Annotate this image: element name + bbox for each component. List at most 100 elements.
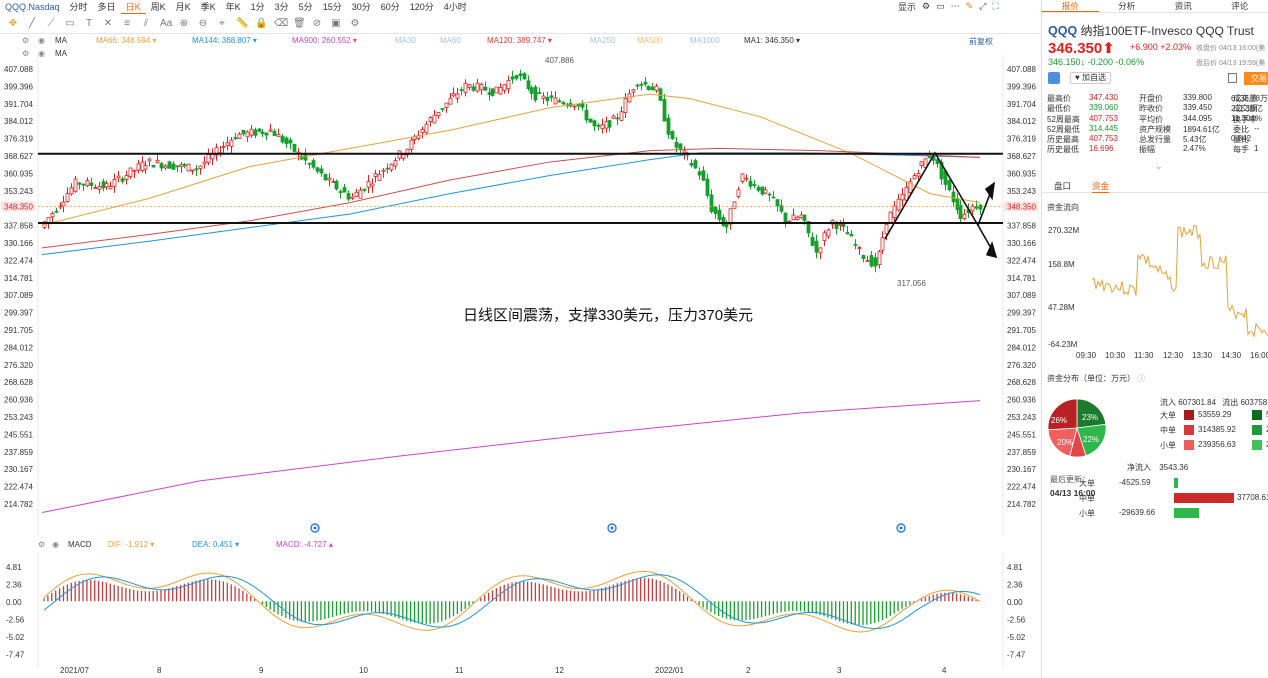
period-tab[interactable]: 年K — [221, 0, 246, 13]
text-tool-icon[interactable]: T — [84, 18, 94, 29]
quote-tab[interactable]: 资讯 — [1155, 0, 1212, 12]
alert-icon[interactable] — [1228, 73, 1237, 83]
candle-body — [877, 251, 882, 266]
ma-item[interactable]: MA144: 368.807 ▾ — [192, 36, 257, 45]
share-icon[interactable] — [1048, 72, 1060, 84]
period-tab[interactable]: 周K — [146, 0, 171, 13]
stat-row: 历史最高 407.753 总发行量 5.43亿 量比 0.842 — [1047, 134, 1268, 144]
quote-tab[interactable]: 评论 — [1212, 0, 1268, 12]
period-tab[interactable]: 5分 — [294, 0, 318, 13]
expand-icon[interactable]: ⤢ — [979, 1, 986, 12]
collapse-icon[interactable]: ⌄ — [1155, 161, 1163, 172]
period-tab[interactable]: 120分 — [405, 0, 439, 13]
candle-body — [276, 134, 281, 137]
delete-icon[interactable]: 🗑 — [293, 18, 306, 29]
eye-icon[interactable]: ◉ — [52, 540, 59, 549]
ma-item[interactable]: MA120: 389.747 ▾ — [487, 36, 552, 45]
ma-item[interactable]: MA1000 — [690, 36, 720, 45]
add-favorite-button[interactable]: ♥ 加自选 — [1070, 72, 1111, 84]
distribution-row: 大单53559.2958084.88 — [1160, 408, 1268, 423]
zoom-in-icon[interactable]: ⊕ — [179, 18, 189, 29]
date-axis-label: 8 — [157, 666, 162, 675]
display-menu[interactable]: 显示 — [898, 0, 916, 13]
candle-body — [678, 143, 683, 150]
ma-item[interactable]: MA250 — [590, 36, 615, 45]
magnet-icon[interactable]: ⌖ — [217, 18, 227, 29]
candle-body — [799, 214, 804, 219]
symbol-tab[interactable]: QQQ.Nasdaq — [0, 2, 65, 12]
candle-body — [245, 131, 250, 138]
price-axis-label-right: 307.089 — [1007, 291, 1036, 300]
tab-capital[interactable]: 资金 — [1092, 180, 1110, 193]
window-icon[interactable]: ▭ — [936, 1, 945, 12]
camera-icon[interactable]: ▣ — [331, 18, 341, 29]
quote-tab[interactable]: 分析 — [1099, 0, 1156, 12]
settings-icon[interactable]: ⚙ — [22, 36, 29, 45]
date-axis-label: 2022/01 — [655, 666, 684, 675]
ma-item[interactable]: MA60 — [440, 36, 461, 45]
period-tab[interactable]: 季K — [196, 0, 221, 13]
candle-body — [327, 177, 332, 181]
candle-body — [194, 168, 199, 171]
fullscreen-icon[interactable]: ⛶ — [992, 1, 998, 12]
eraser-icon[interactable]: ⌫ — [274, 18, 288, 29]
period-tab[interactable]: 4小时 — [439, 0, 472, 13]
period-tab[interactable]: 60分 — [376, 0, 405, 13]
period-tab[interactable]: 月K — [171, 0, 196, 13]
settings-icon[interactable]: ⚙ — [922, 1, 930, 12]
channel-icon[interactable]: ⫽ — [141, 18, 151, 29]
price-axis-label-right: 314.781 — [1007, 274, 1036, 283]
candle-body — [323, 173, 328, 181]
macd-chart[interactable]: 4.81 4.81 2.36 2.36 0.00 0.00 -2.56 -2.56 -5.02 -… — [0, 552, 1040, 667]
macd-label[interactable]: MACD — [68, 540, 92, 549]
period-tab[interactable]: 15分 — [318, 0, 347, 13]
eye-icon[interactable]: ◉ — [38, 36, 45, 45]
edit-icon[interactable]: ✎ — [966, 1, 974, 12]
ma-item[interactable]: MA30 — [395, 36, 416, 45]
fib-icon[interactable]: ≡ — [122, 18, 132, 29]
candle-body — [81, 183, 86, 186]
candle-body — [186, 163, 191, 172]
candle-body — [611, 115, 616, 119]
candlestick-chart[interactable]: 407.088 407.088 399.396 399.396 391.704 391.7… — [0, 55, 1040, 535]
quote-tab[interactable]: 报价 — [1042, 0, 1099, 12]
tab-orderbook[interactable]: 盘口 — [1054, 180, 1071, 192]
line-tool-icon[interactable]: ╱ — [27, 18, 37, 29]
period-tab[interactable]: 3分 — [270, 0, 294, 13]
help-icon[interactable]: ⓘ — [1137, 374, 1145, 383]
ma-label[interactable]: MA — [55, 36, 67, 45]
ma-item[interactable]: MA1: 346.350 ▾ — [744, 36, 800, 45]
candle-body — [237, 133, 242, 139]
period-tab[interactable]: 多日 — [93, 0, 121, 13]
price-adjust-toggle[interactable]: 前复权 — [969, 36, 993, 47]
period-tab[interactable]: 日K — [120, 0, 146, 14]
settings-icon[interactable]: ⚙ — [38, 540, 45, 549]
ma-item[interactable]: MA900: 260.552 ▾ — [292, 36, 357, 45]
lock-icon[interactable]: 🔒 — [255, 18, 267, 29]
candle-body — [182, 164, 187, 167]
rect-tool-icon[interactable]: ▭ — [65, 18, 75, 29]
period-tab[interactable]: 1分 — [246, 0, 270, 13]
zoom-out-icon[interactable]: ⊖ — [198, 18, 208, 29]
distribution-row: 中单314385.92276677.31 — [1160, 423, 1268, 438]
candle-body — [436, 112, 441, 117]
more-icon[interactable]: ⋯ — [951, 1, 960, 12]
candle-body — [838, 223, 843, 226]
cross-icon[interactable]: ✕ — [103, 18, 113, 29]
ma-item[interactable]: MA66: 348.594 ▾ — [96, 36, 157, 45]
setting-icon[interactable]: ⚙ — [350, 18, 360, 29]
period-tab[interactable]: 分时 — [65, 0, 93, 13]
period-tab[interactable]: 30分 — [347, 0, 376, 13]
ma-item[interactable]: MA500 — [637, 36, 662, 45]
measure-icon[interactable]: 📏 — [236, 18, 248, 29]
candle-body — [428, 117, 433, 122]
move-icon[interactable]: ✥ — [8, 18, 18, 29]
trade-button[interactable]: 交易 — [1244, 72, 1268, 85]
candle-body — [385, 167, 390, 170]
ma-legend-row: ⚙ ◉ MA MA66: 348.594 ▾ MA144: 368.807 ▾ MA900… — [0, 36, 1040, 47]
hide-icon[interactable]: ⊘ — [312, 18, 322, 29]
candle-body — [701, 170, 706, 181]
ray-tool-icon[interactable]: ⟋ — [46, 18, 56, 29]
candle-body — [514, 75, 519, 79]
font-icon[interactable]: Aa — [160, 18, 172, 29]
